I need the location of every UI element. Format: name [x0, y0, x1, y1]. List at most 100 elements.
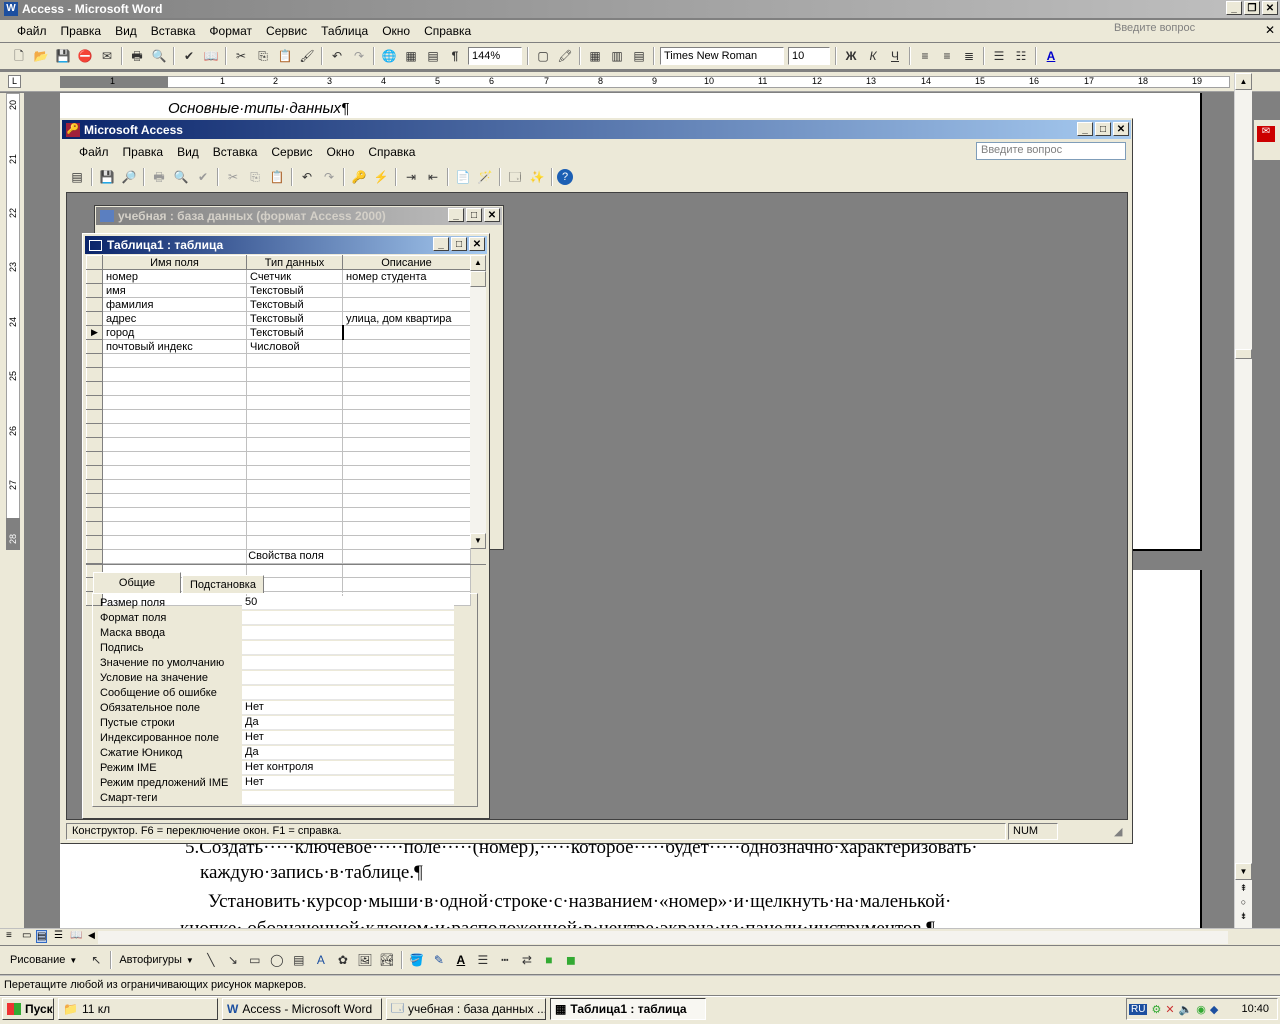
property-value[interactable]: Да — [242, 715, 454, 730]
word-menu-view[interactable]: Вид — [108, 24, 144, 38]
property-value[interactable]: Нет — [242, 775, 454, 790]
spelling-icon[interactable]: ✔ — [193, 167, 213, 187]
field-name-cell[interactable]: фамилия — [102, 297, 247, 312]
property-value[interactable]: Да — [242, 745, 454, 760]
word-menu-help[interactable]: Справка — [417, 24, 478, 38]
empty-row[interactable] — [86, 395, 471, 410]
empty-row[interactable] — [86, 353, 471, 368]
open-folder-icon[interactable]: 📂 — [31, 46, 51, 66]
clipart-icon[interactable]: 🖼 — [355, 950, 375, 970]
table-minimize-button[interactable]: _ — [433, 237, 449, 251]
table-close-button[interactable]: ✕ — [469, 237, 485, 251]
tables-borders-icon[interactable]: ▦ — [401, 46, 421, 66]
print-preview-icon[interactable]: 🔍 — [149, 46, 169, 66]
empty-row[interactable] — [86, 479, 471, 494]
insert-table-icon[interactable]: ▤ — [423, 46, 443, 66]
scroll-left-icon[interactable]: ◀ — [88, 930, 95, 941]
spelling-icon[interactable]: ✔ — [179, 46, 199, 66]
property-row[interactable]: Обязательное поле Нет — [96, 700, 454, 715]
table-row[interactable]: ▶ город Текстовый — [86, 325, 471, 340]
paste-icon[interactable]: 📋 — [275, 46, 295, 66]
word-menu-edit[interactable]: Правка — [54, 24, 109, 38]
font-name-select[interactable]: Times New Roman — [660, 47, 784, 65]
access-menu-insert[interactable]: Вставка — [206, 145, 265, 159]
word-vertical-scrollbar[interactable]: ▲ ▼ ⇞ ○ ⇟ — [1234, 73, 1252, 928]
email-icon[interactable]: ✉ — [97, 46, 117, 66]
outline-view-icon[interactable]: ☰ — [54, 930, 63, 941]
description-cell[interactable]: улица, дом квартира — [342, 311, 471, 326]
language-indicator[interactable]: RU — [1129, 1003, 1148, 1015]
font-color-icon[interactable]: A — [451, 950, 471, 970]
italic-icon[interactable]: К — [863, 46, 883, 66]
property-row[interactable]: Значение по умолчанию — [96, 655, 454, 670]
copy-icon[interactable]: ⎘ — [253, 46, 273, 66]
access-menu-file[interactable]: Файл — [72, 145, 116, 159]
copy-icon[interactable]: ⎘ — [245, 167, 265, 187]
wordart-icon[interactable]: A — [311, 950, 331, 970]
field-name-cell[interactable]: адрес — [102, 311, 247, 326]
database-window-icon[interactable]: 🗔 — [505, 167, 525, 187]
draw-menu[interactable]: Рисование — [10, 954, 65, 966]
property-row[interactable]: Сжатие Юникод Да — [96, 745, 454, 760]
word-menu-file[interactable]: Файл — [10, 24, 54, 38]
justify-icon[interactable]: ≣ — [959, 46, 979, 66]
property-row[interactable]: Пустые строки Да — [96, 715, 454, 730]
build-icon[interactable]: 🪄 — [475, 167, 495, 187]
access-close-button[interactable]: ✕ — [1113, 122, 1129, 136]
word-horizontal-scrollbar[interactable] — [98, 931, 1228, 944]
empty-row[interactable] — [86, 381, 471, 396]
font-size-select[interactable]: 10 — [788, 47, 830, 65]
description-cell[interactable] — [342, 297, 471, 312]
access-ask-question-input[interactable]: Введите вопрос — [976, 142, 1126, 160]
property-row[interactable]: Сообщение об ошибке — [96, 685, 454, 700]
save-icon[interactable]: 💾 — [53, 46, 73, 66]
field-name-cell[interactable]: город — [102, 325, 247, 340]
columns-icon[interactable]: ▥ — [607, 46, 627, 66]
print-icon[interactable]: 🖶 — [127, 46, 147, 66]
property-value[interactable] — [242, 670, 454, 685]
view-icon[interactable]: ▤ — [67, 167, 87, 187]
access-minimize-button[interactable]: _ — [1077, 122, 1093, 136]
vertical-ruler[interactable] — [0, 93, 24, 928]
reading-view-icon[interactable]: 📖 — [70, 930, 82, 941]
task-pane-edge[interactable]: ✉ — [1254, 120, 1280, 160]
property-row[interactable]: Подпись — [96, 640, 454, 655]
row-selector[interactable] — [86, 283, 103, 298]
autoshapes-dropdown-icon[interactable]: ▼ — [186, 956, 194, 965]
empty-row[interactable] — [86, 367, 471, 382]
search-icon[interactable]: 🔎 — [119, 167, 139, 187]
access-menu-window[interactable]: Окно — [319, 145, 361, 159]
description-cell[interactable]: номер студента — [342, 269, 471, 284]
empty-row[interactable] — [86, 521, 471, 536]
rectangle-icon[interactable]: ▭ — [245, 950, 265, 970]
tab-lookup[interactable]: Подстановка — [182, 575, 264, 594]
table-icon[interactable]: ▦ — [585, 46, 605, 66]
table-row[interactable]: адрес Текстовый улица, дом квартира — [86, 311, 471, 326]
picture-icon[interactable]: 🏞 — [377, 950, 397, 970]
empty-row[interactable] — [86, 493, 471, 508]
arrow-style-icon[interactable]: ⇄ — [517, 950, 537, 970]
cut-icon[interactable]: ✂ — [223, 167, 243, 187]
web-view-icon[interactable]: ▭ — [22, 930, 31, 941]
network-icon[interactable]: ⚙ — [1151, 1003, 1161, 1016]
redo-icon[interactable]: ↷ — [349, 46, 369, 66]
line-icon[interactable]: ╲ — [201, 950, 221, 970]
align-right-icon[interactable]: ≡ — [937, 46, 957, 66]
property-value[interactable]: 50 — [242, 595, 454, 610]
tab-general[interactable]: Общие — [93, 572, 181, 594]
print-layout-icon[interactable]: ▤ — [36, 930, 48, 943]
oval-icon[interactable]: ◯ — [267, 950, 287, 970]
table-row[interactable]: номер Счетчик номер студента — [86, 269, 471, 284]
property-value[interactable] — [242, 625, 454, 640]
primary-key-icon[interactable]: 🔑 — [349, 167, 369, 187]
ruler-corner-icon[interactable]: L — [8, 75, 21, 88]
empty-row[interactable] — [86, 507, 471, 522]
drawing-icon[interactable]: ▤ — [629, 46, 649, 66]
property-value[interactable] — [242, 685, 454, 700]
shadow-icon[interactable]: ■ — [539, 950, 559, 970]
access-menu-view[interactable]: Вид — [170, 145, 206, 159]
word-menu-table[interactable]: Таблица — [314, 24, 375, 38]
zoom-select[interactable]: 144% — [468, 47, 522, 65]
undo-icon[interactable]: ↶ — [297, 167, 317, 187]
textbox-icon[interactable]: ▤ — [289, 950, 309, 970]
